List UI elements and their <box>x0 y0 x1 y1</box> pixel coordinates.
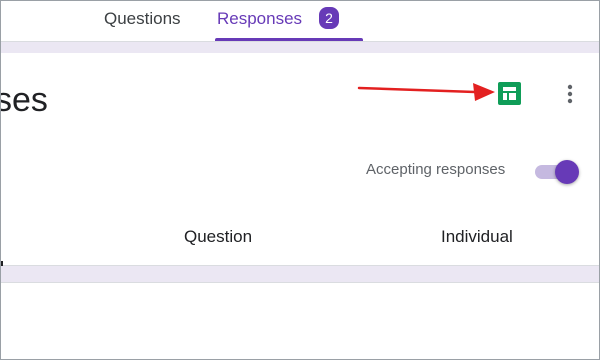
google-sheets-icon[interactable] <box>498 82 521 105</box>
tab-questions[interactable]: Questions <box>104 1 181 41</box>
tab-responses[interactable]: Responses <box>217 1 302 41</box>
accepting-responses-label: Accepting responses <box>366 161 506 178</box>
tab-bar: Questions Responses 2 <box>1 1 599 41</box>
more-vert-icon[interactable] <box>560 81 580 107</box>
accepting-responses-toggle[interactable] <box>533 158 583 184</box>
tab-question-view[interactable]: Question <box>184 227 252 247</box>
forms-responses-window: Questions Responses 2 ses Accepting resp… <box>0 0 600 360</box>
red-arrow-annotation <box>357 83 495 101</box>
divider-band-bottom <box>1 266 599 283</box>
responses-title: ses <box>0 81 48 119</box>
responses-count-badge: 2 <box>319 7 339 29</box>
toggle-knob <box>555 160 579 184</box>
lower-content-area <box>1 283 599 359</box>
responses-card: ses Accepting responses Question Individ… <box>1 53 599 266</box>
tab-individual-view[interactable]: Individual <box>441 227 513 247</box>
divider-band-top <box>1 41 599 53</box>
